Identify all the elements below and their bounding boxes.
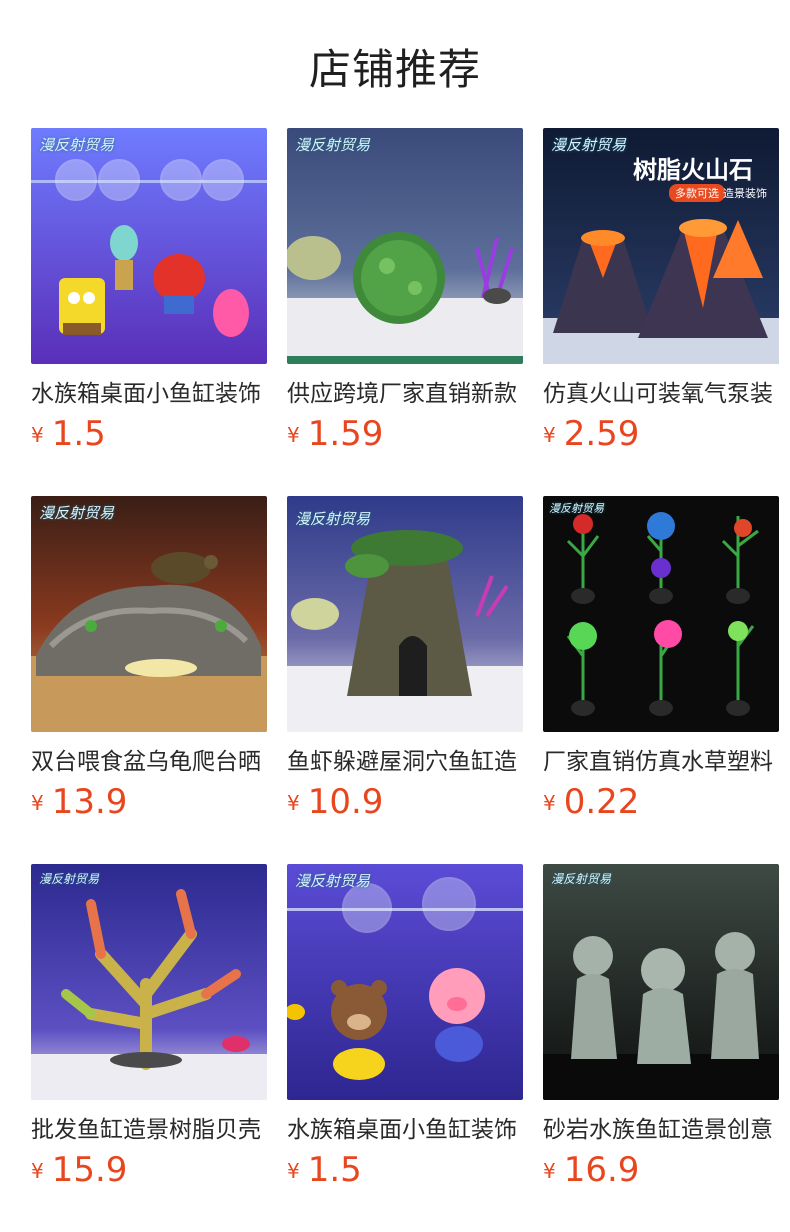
price-value: 10.9 — [307, 782, 384, 822]
product-name[interactable]: 水族箱桌面小鱼缸装饰 — [287, 1114, 523, 1146]
product-card[interactable]: 漫反射贸易 双台喂食盆乌龟爬台晒 ¥13.9 — [31, 496, 267, 864]
product-grid: 漫反射贸易 水族箱桌面小鱼缸装饰 ¥1.5 漫反射贸易 供应跨境厂家直销新款 ¥… — [31, 128, 790, 1232]
currency-symbol: ¥ — [31, 1159, 44, 1183]
product-image[interactable] — [31, 864, 267, 1100]
currency-symbol: ¥ — [287, 423, 300, 447]
product-card[interactable]: 漫反射贸易 批发鱼缸造景树脂贝壳 ¥15.9 — [31, 864, 267, 1232]
currency-symbol: ¥ — [543, 423, 556, 447]
price-value: 2.59 — [563, 414, 640, 454]
watermark-logo: 漫反射贸易 — [551, 136, 627, 154]
currency-symbol: ¥ — [543, 791, 556, 815]
product-card[interactable]: 漫反射贸易 厂家直销仿真水草塑料 ¥0.22 — [543, 496, 779, 864]
product-card[interactable]: 漫反射贸易 水族箱桌面小鱼缸装饰 ¥1.5 — [31, 128, 267, 496]
price-value: 16.9 — [563, 1150, 640, 1190]
product-name[interactable]: 供应跨境厂家直销新款 — [287, 378, 523, 410]
price-value: 15.9 — [51, 1150, 128, 1190]
watermark-logo: 漫反射贸易 — [39, 136, 115, 154]
product-name[interactable]: 仿真火山可装氧气泵装 — [543, 378, 779, 410]
product-card[interactable]: 漫反射贸易 树脂火山石 多款可选 造景装饰 仿真火山可装氧气泵装 ¥2.59 — [543, 128, 779, 496]
product-image[interactable] — [543, 864, 779, 1100]
watermark-logo: 漫反射贸易 — [549, 502, 604, 515]
currency-symbol: ¥ — [543, 1159, 556, 1183]
product-card[interactable]: 漫反射贸易 供应跨境厂家直销新款 ¥1.59 — [287, 128, 523, 496]
page-title: 店铺推荐 — [308, 45, 481, 94]
product-card[interactable]: 漫反射贸易 砂岩水族鱼缸造景创意 ¥16.9 — [543, 864, 779, 1232]
banner-tag: 多款可选 — [669, 184, 725, 202]
product-card[interactable]: 漫反射贸易 鱼虾躲避屋洞穴鱼缸造 ¥10.9 — [287, 496, 523, 864]
product-price: ¥1.5 — [287, 1150, 362, 1190]
price-value: 13.9 — [51, 782, 128, 822]
currency-symbol: ¥ — [287, 1159, 300, 1183]
watermark-logo: 漫反射贸易 — [295, 872, 371, 890]
product-name[interactable]: 水族箱桌面小鱼缸装饰 — [31, 378, 267, 410]
product-image[interactable] — [543, 496, 779, 732]
product-name[interactable]: 批发鱼缸造景树脂贝壳 — [31, 1114, 267, 1146]
watermark-logo: 漫反射贸易 — [295, 510, 371, 528]
watermark-logo: 漫反射贸易 — [295, 136, 371, 154]
product-name[interactable]: 双台喂食盆乌龟爬台晒 — [31, 746, 267, 778]
product-name[interactable]: 鱼虾躲避屋洞穴鱼缸造 — [287, 746, 523, 778]
price-value: 0.22 — [563, 782, 640, 822]
currency-symbol: ¥ — [287, 791, 300, 815]
product-card[interactable]: 漫反射贸易 水族箱桌面小鱼缸装饰 ¥1.5 — [287, 864, 523, 1232]
product-price: ¥10.9 — [287, 782, 383, 822]
product-price: ¥16.9 — [543, 1150, 639, 1190]
product-price: ¥15.9 — [31, 1150, 127, 1190]
price-value: 1.59 — [307, 414, 384, 454]
watermark-logo: 漫反射贸易 — [551, 872, 612, 886]
product-image[interactable] — [287, 864, 523, 1100]
product-image[interactable] — [31, 128, 267, 364]
currency-symbol: ¥ — [31, 423, 44, 447]
product-image[interactable] — [287, 496, 523, 732]
product-name[interactable]: 厂家直销仿真水草塑料 — [543, 746, 779, 778]
product-price: ¥1.5 — [31, 414, 106, 454]
watermark-logo: 漫反射贸易 — [39, 504, 115, 522]
product-image[interactable] — [31, 496, 267, 732]
watermark-logo: 漫反射贸易 — [39, 872, 100, 886]
product-price: ¥2.59 — [543, 414, 639, 454]
currency-symbol: ¥ — [31, 791, 44, 815]
price-value: 1.5 — [307, 1150, 362, 1190]
banner-headline: 树脂火山石 — [633, 156, 753, 184]
product-image[interactable] — [287, 128, 523, 364]
product-price: ¥0.22 — [543, 782, 639, 822]
product-price: ¥13.9 — [31, 782, 127, 822]
product-name[interactable]: 砂岩水族鱼缸造景创意 — [543, 1114, 779, 1146]
banner-tag: 造景装饰 — [723, 187, 767, 200]
product-price: ¥1.59 — [287, 414, 383, 454]
price-value: 1.5 — [51, 414, 106, 454]
